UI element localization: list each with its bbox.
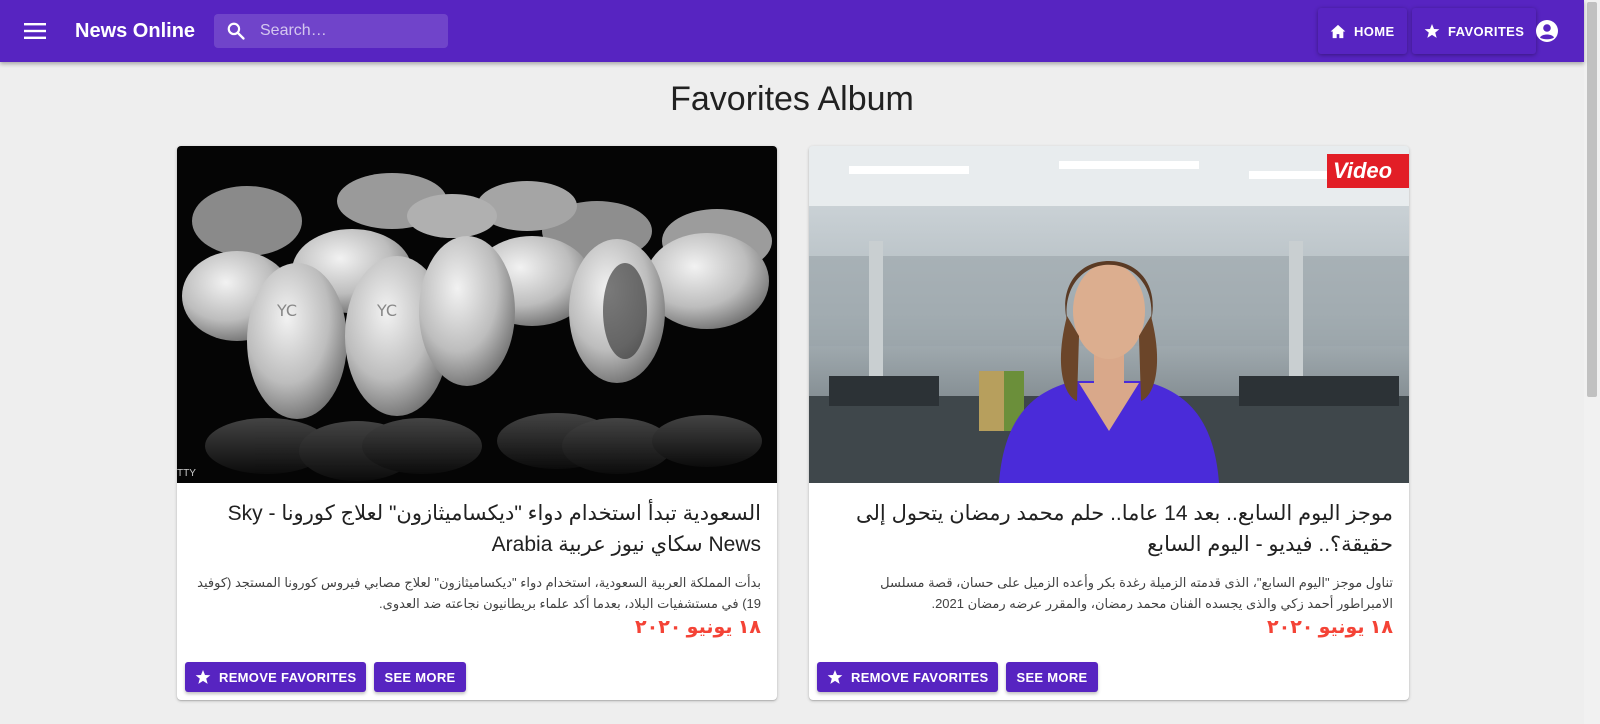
see-more-label: SEE MORE xyxy=(1016,669,1088,685)
svg-text:YC: YC xyxy=(376,301,397,320)
account-circle-icon xyxy=(1536,20,1558,42)
news-card-title: السعودية تبدأ استخدام دواء "ديكساميثازون… xyxy=(227,502,761,556)
star-icon xyxy=(195,669,211,685)
search-icon xyxy=(226,21,256,41)
page-scrollbar[interactable] xyxy=(1584,0,1600,724)
news-card-title: موجز اليوم السابع.. بعد 14 عاما.. حلم مح… xyxy=(856,502,1393,556)
home-icon xyxy=(1330,24,1346,39)
news-card: YC YC TTY السعودية تبدأ استخدام دواء "دي… xyxy=(177,146,777,700)
news-card-date: ١٨ يونيو ٢٠٢٠ xyxy=(635,617,761,638)
remove-favorites-label: REMOVE FAVORITES xyxy=(219,669,357,685)
remove-favorites-button[interactable]: REMOVE FAVORITES xyxy=(817,662,999,692)
favorites-button-label: FAVORITES xyxy=(1448,23,1525,39)
pills-image: YC YC xyxy=(177,146,777,483)
app-title: News Online xyxy=(75,19,196,42)
menu-button[interactable] xyxy=(11,7,59,55)
see-more-label: SEE MORE xyxy=(384,669,456,685)
scrollbar-thumb[interactable] xyxy=(1587,2,1597,397)
news-card-actions: REMOVE FAVORITES SEE MORE xyxy=(185,662,466,692)
search-box[interactable] xyxy=(214,14,448,48)
menu-icon xyxy=(24,23,46,39)
see-more-button[interactable]: SEE MORE xyxy=(374,662,466,692)
favorites-button[interactable]: FAVORITES xyxy=(1412,8,1537,54)
news-card-description: تناول موجز "اليوم السابع"، الذى قدمته ال… xyxy=(880,575,1393,611)
remove-favorites-label: REMOVE FAVORITES xyxy=(851,669,989,685)
account-button[interactable] xyxy=(1531,15,1563,47)
image-caption: TTY xyxy=(177,468,196,479)
news-card-description: بدأت المملكة العربية السعودية، استخدام د… xyxy=(197,575,761,611)
see-more-button[interactable]: SEE MORE xyxy=(1006,662,1098,692)
video-badge: Video xyxy=(1327,154,1409,188)
news-anchor-image xyxy=(809,146,1409,483)
news-card: Video موجز اليوم السابع.. بعد 14 عاما.. … xyxy=(809,146,1409,700)
news-card-date: ١٨ يونيو ٢٠٢٠ xyxy=(1267,617,1393,638)
search-input[interactable] xyxy=(260,22,440,40)
news-card-image[interactable]: Video xyxy=(809,146,1409,483)
svg-text:YC: YC xyxy=(276,301,297,320)
news-card-actions: REMOVE FAVORITES SEE MORE xyxy=(817,662,1098,692)
star-icon xyxy=(827,669,843,685)
star-icon xyxy=(1424,23,1440,39)
page-title: Favorites Album xyxy=(670,80,914,118)
news-card-image[interactable]: YC YC TTY xyxy=(177,146,777,483)
home-button-label: HOME xyxy=(1354,23,1395,39)
remove-favorites-button[interactable]: REMOVE FAVORITES xyxy=(185,662,367,692)
app-bar: News Online HOME FAVORITES xyxy=(0,0,1584,62)
home-button[interactable]: HOME xyxy=(1318,8,1407,54)
